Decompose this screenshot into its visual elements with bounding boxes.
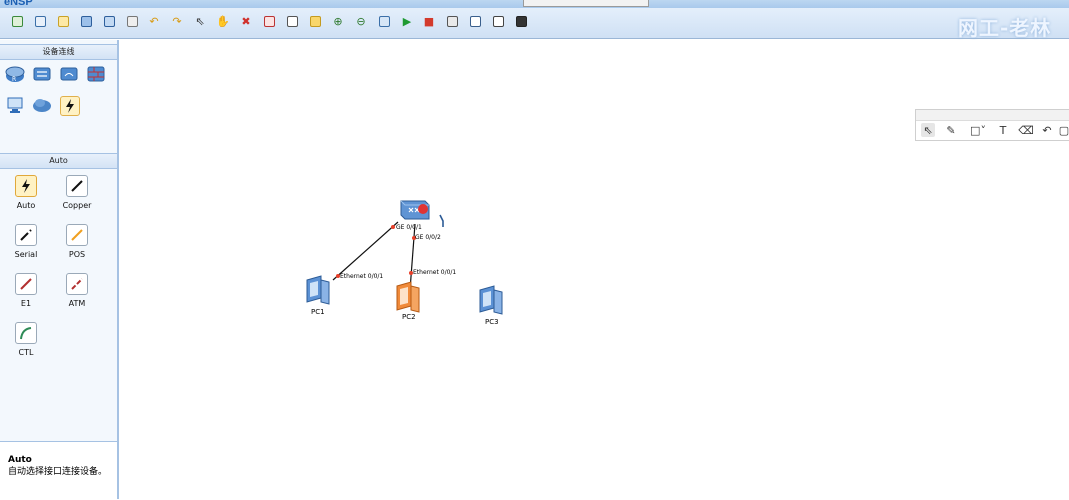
connection-category-icon[interactable] [60,96,80,116]
device-sidebar: 设备连线 R Auto Auto Copper Serial POS E1 AT… [0,40,119,500]
text-tool-icon[interactable]: T [996,123,1010,137]
zoom-out-icon[interactable]: ⊖ [354,14,368,28]
zoom-in-icon[interactable]: ⊕ [331,14,345,28]
text-icon[interactable] [285,14,299,28]
show-interface-icon[interactable] [468,14,482,28]
description-title: Auto [8,455,32,465]
redo-icon[interactable]: ↷ [170,14,184,28]
pen-tool-icon[interactable]: ✎ [944,123,958,137]
auto-cable-icon [15,175,37,197]
cable-auto-label: Auto [16,201,36,210]
router-category-icon[interactable]: R [5,64,25,84]
pc3-label: PC3 [485,318,499,326]
wlan-category-icon[interactable] [59,64,79,84]
pc-icon [306,275,330,305]
undo-icon[interactable]: ↶ [147,14,161,28]
cable-pos-label: POS [68,250,86,259]
cable-serial-label: Serial [14,250,38,259]
console-plug-icon [438,214,446,230]
description-panel: Auto 自动选择接口连接设备。 [0,441,117,500]
grid-icon[interactable] [491,14,505,28]
title-bar: eNSP [0,0,1069,8]
cable-atm-label: ATM [68,299,86,308]
switch-category-icon[interactable] [32,64,52,84]
atm-cable-icon [66,273,88,295]
port-dot [391,225,395,229]
pc-icon [396,281,420,313]
watermark: 网工-老林 [958,16,1052,40]
save-icon[interactable] [79,14,93,28]
pc2-label: PC2 [402,313,416,321]
link-sw-pc1[interactable] [332,221,399,281]
fit-icon[interactable] [377,14,391,28]
pos-cable-icon [66,224,88,246]
cable-ctl-label: CTL [18,348,34,357]
console-icon[interactable] [514,14,528,28]
start-icon[interactable]: ▶ [400,14,414,28]
port-label-pc1-eth: Ethernet 0/0/1 [340,273,384,280]
cable-copper[interactable]: Copper [52,175,102,210]
firewall-category-icon[interactable] [86,64,106,84]
switch-node[interactable] [398,193,432,227]
stop-icon[interactable]: ■ [422,14,436,28]
capture-icon[interactable] [445,14,459,28]
copper-cable-icon [66,175,88,197]
hand-icon[interactable]: ✋ [216,14,230,28]
drawing-toolbar: ⇖ ✎ □˅ T ⌫ ↶ ▢ [915,109,1069,141]
drawing-toolbar-handle[interactable] [916,110,1069,121]
cable-ctl[interactable]: CTL [1,322,51,357]
pc2-node[interactable] [393,280,425,316]
cable-section-header: Auto [0,153,117,169]
eraser-tool-icon[interactable]: ⌫ [1018,123,1034,137]
svg-text:R: R [12,76,16,83]
cable-e1-label: E1 [20,299,32,308]
undo-tool-icon[interactable]: ↶ [1040,123,1054,137]
cloud-category-icon[interactable] [32,95,52,115]
select-icon[interactable]: ⇖ [193,14,207,28]
port-label-ge002: GE 0/0/2 [415,234,441,241]
ctl-cable-icon [15,322,37,344]
pc1-label: PC1 [311,308,325,316]
shape-tool-icon[interactable]: □˅ [968,123,988,137]
delete-icon[interactable]: ✖ [239,14,253,28]
cable-atm[interactable]: ATM [52,273,102,308]
new-topology-icon[interactable] [10,14,24,28]
e1-cable-icon [15,273,37,295]
cable-e1[interactable]: E1 [1,273,51,308]
cable-serial[interactable]: Serial [1,224,51,259]
palette-icon[interactable] [308,14,322,28]
main-toolbar: ↶ ↷ ⇖ ✋ ✖ ⊕ ⊖ ▶ ■ [0,8,1069,39]
app-logo: eNSP [4,0,33,8]
port-label-ge001: GE 0/0/1 [396,224,422,231]
device-section-header: 设备连线 [0,44,117,60]
cable-auto[interactable]: Auto [1,175,51,210]
print-icon[interactable] [125,14,139,28]
pc1-node[interactable] [303,274,335,308]
description-text: 自动选择接口连接设备。 [8,467,108,477]
switch-icon [400,200,430,220]
more-tool-icon[interactable]: ▢ [1059,123,1069,137]
title-box [523,0,649,7]
serial-cable-icon [15,224,37,246]
save-as-icon[interactable] [102,14,116,28]
delete-connection-icon[interactable] [262,14,276,28]
pc3-node[interactable] [476,284,508,318]
pc-icon [479,285,503,315]
pointer-tool-icon[interactable]: ⇖ [921,123,935,137]
new-example-icon[interactable] [33,14,47,28]
pc-category-icon[interactable] [5,95,25,115]
open-icon[interactable] [56,14,70,28]
cable-copper-label: Copper [62,201,92,210]
port-label-pc2-eth: Ethernet 0/0/1 [413,269,457,276]
cable-pos[interactable]: POS [52,224,102,259]
